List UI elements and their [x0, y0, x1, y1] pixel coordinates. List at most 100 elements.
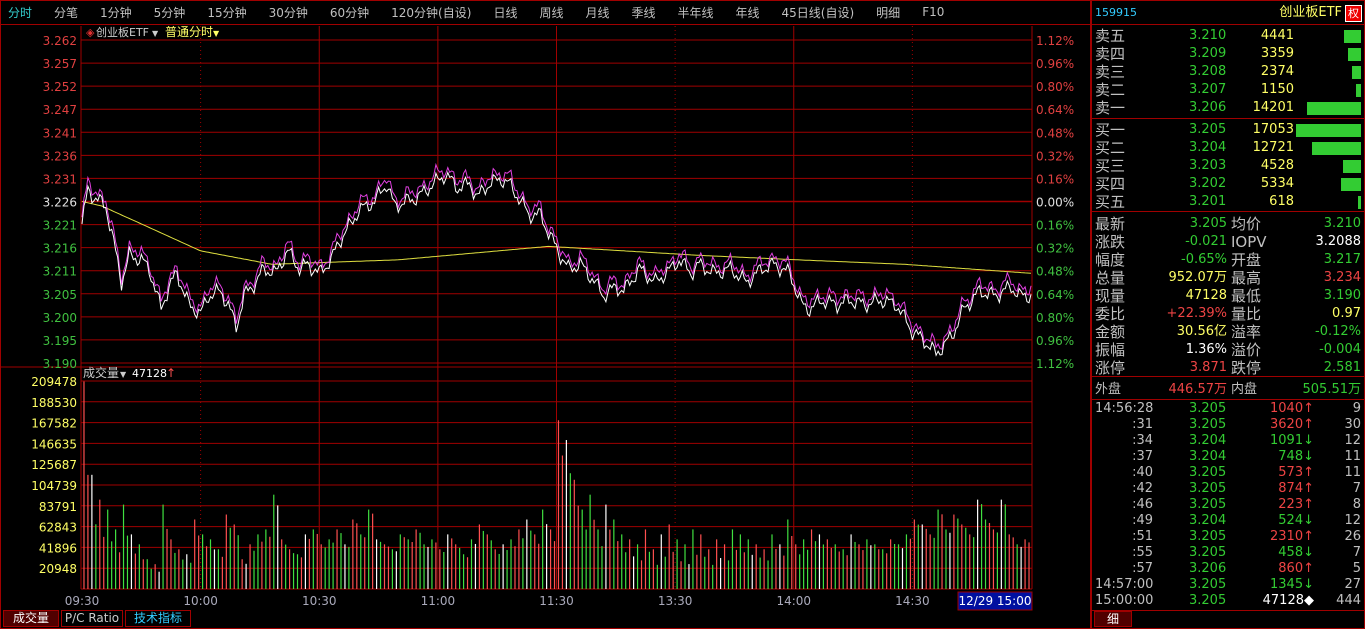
tick-price: 3.205	[1189, 465, 1227, 480]
level-volume: 12721	[1252, 140, 1294, 155]
stat-value: 0.97	[1332, 306, 1361, 321]
stat-value: -0.004	[1319, 342, 1361, 357]
level-price: 3.203	[1189, 158, 1227, 173]
tick-count: 11	[1344, 465, 1361, 480]
intraday-chart[interactable]: 3.262 1.12% 3.257 0.96% 3.252 0.80% 3.247 0.64%…	[0, 26, 1091, 629]
level-volume: 1150	[1260, 82, 1294, 97]
volume-tick-label: 125687	[31, 458, 77, 472]
stat-label: 现量	[1095, 287, 1126, 305]
period-tab[interactable]: 明细	[876, 4, 900, 21]
tick-price: 3.205	[1189, 481, 1227, 496]
price-tick-label: 3.200	[43, 311, 77, 325]
period-tab[interactable]: F10	[922, 5, 944, 19]
period-tab[interactable]: 分笔	[54, 4, 78, 21]
rights-badge[interactable]: 权	[1345, 5, 1362, 22]
period-tab[interactable]: 30分钟	[269, 4, 308, 21]
tick-price: 3.205	[1189, 545, 1227, 560]
period-tab[interactable]: 5分钟	[154, 4, 186, 21]
pct-tick-label: 0.64%	[1036, 288, 1074, 302]
order-book-row: 买一 3.205 17053	[1092, 121, 1364, 139]
outer-label: 外盘	[1095, 382, 1122, 397]
tick-row: 14:57:00 3.205 1345↓ 27	[1092, 577, 1364, 593]
tick-volume: 2310↑	[1270, 529, 1314, 544]
stock-name: 创业板ETF	[1279, 5, 1342, 20]
period-tab[interactable]: 半年线	[678, 4, 714, 21]
price-tick-label: 3.262	[43, 34, 77, 48]
period-tab[interactable]: 周线	[539, 4, 563, 21]
level-volume-bar	[1340, 178, 1361, 191]
pct-tick-label: 0.96%	[1036, 57, 1074, 71]
tick-row: :49 3.204 524↓ 12	[1092, 513, 1364, 529]
price-tick-label: 3.257	[43, 57, 77, 71]
order-book-row: 卖二 3.207 1150	[1092, 81, 1364, 99]
tab-volume[interactable]: 成交量	[3, 610, 59, 627]
period-tab[interactable]: 日线	[493, 4, 517, 21]
pct-tick-label: 0.32%	[1036, 242, 1074, 256]
level-label: 买一	[1095, 121, 1126, 139]
volume-tick-label: 83791	[39, 500, 77, 514]
tab-detail[interactable]: 细	[1094, 611, 1132, 627]
stat-label: 振幅	[1095, 341, 1126, 359]
tab-pc-ratio[interactable]: P/C Ratio	[61, 610, 123, 627]
quote-panel: 159915 创业板ETF 权 卖五 3.210 4441 卖四 3.209 3…	[1091, 0, 1365, 629]
period-tab[interactable]: 15分钟	[207, 4, 246, 21]
tick-time: 14:56:28	[1095, 401, 1154, 416]
period-tab[interactable]: 1分钟	[100, 4, 132, 21]
tick-volume: 1345↓	[1270, 577, 1314, 592]
chart-mode: 普通分时	[165, 26, 213, 39]
stat-label: IOPV	[1231, 233, 1267, 251]
stat-value: 2.581	[1323, 360, 1361, 375]
tick-count: 9	[1352, 401, 1361, 416]
time-label: 10:00	[183, 594, 218, 608]
stat-row: 最新 3.205 均价 3.210	[1092, 215, 1364, 233]
stat-label: 委比	[1095, 305, 1126, 323]
tick-count: 444	[1336, 593, 1361, 608]
period-tab[interactable]: 45日线(自设)	[782, 4, 855, 21]
outer-inner-volume: 外盘 446.57万 内盘 505.51万	[1092, 381, 1364, 399]
volume-tick-label: 41896	[39, 541, 77, 555]
period-tab[interactable]: 分时	[8, 4, 32, 21]
outer-value: 446.57万	[1168, 382, 1228, 397]
volume-tick-label: 188530	[31, 396, 77, 410]
stat-label: 最高	[1231, 269, 1262, 287]
tab-tech-indicators[interactable]: 技术指标	[125, 610, 191, 627]
level-volume-bar	[1356, 84, 1361, 97]
stat-value: -0.12%	[1315, 324, 1361, 339]
level-label: 买五	[1095, 193, 1126, 211]
level-volume: 17053	[1252, 122, 1294, 137]
pct-tick-label: 0.80%	[1036, 80, 1074, 94]
price-tick-label: 3.236	[43, 149, 77, 163]
level-price: 3.206	[1189, 100, 1227, 115]
tick-time: :46	[1132, 497, 1153, 512]
stat-label: 涨跌	[1095, 233, 1126, 251]
chevron-down-icon: ▼	[120, 370, 127, 379]
period-tab[interactable]: 季线	[631, 4, 655, 21]
price-tick-label: 3.205	[43, 288, 77, 302]
tick-count: 7	[1352, 481, 1361, 496]
pct-tick-label: 0.16%	[1036, 172, 1074, 186]
order-book-row: 买二 3.204 12721	[1092, 139, 1364, 157]
tick-count: 5	[1352, 561, 1361, 576]
order-book-row: 买三 3.203 4528	[1092, 157, 1364, 175]
level-label: 卖四	[1095, 45, 1126, 63]
price-tick-label: 3.226	[43, 196, 77, 210]
price-tick-label: 3.252	[43, 80, 77, 94]
stat-value: -0.65%	[1181, 252, 1227, 267]
tick-volume: 1040↑	[1270, 401, 1314, 416]
pct-tick-label: 0.96%	[1036, 334, 1074, 348]
tick-count: 12	[1344, 433, 1361, 448]
pct-tick-label: 0.80%	[1036, 311, 1074, 325]
volume-tick-label: 209478	[31, 375, 77, 389]
pct-tick-label: 0.48%	[1036, 126, 1074, 140]
period-tab[interactable]: 60分钟	[330, 4, 369, 21]
price-tick-label: 3.241	[43, 126, 77, 140]
level-price: 3.201	[1189, 194, 1227, 209]
volume-tick-label: 104739	[31, 479, 77, 493]
tick-price: 3.205	[1189, 401, 1227, 416]
tick-volume: 748↓	[1278, 449, 1314, 464]
period-tab[interactable]: 120分钟(自设)	[391, 4, 471, 21]
period-tab[interactable]: 月线	[585, 4, 609, 21]
pct-tick-label: 0.32%	[1036, 149, 1074, 163]
period-tab[interactable]: 年线	[736, 4, 760, 21]
tick-price: 3.205	[1189, 497, 1227, 512]
